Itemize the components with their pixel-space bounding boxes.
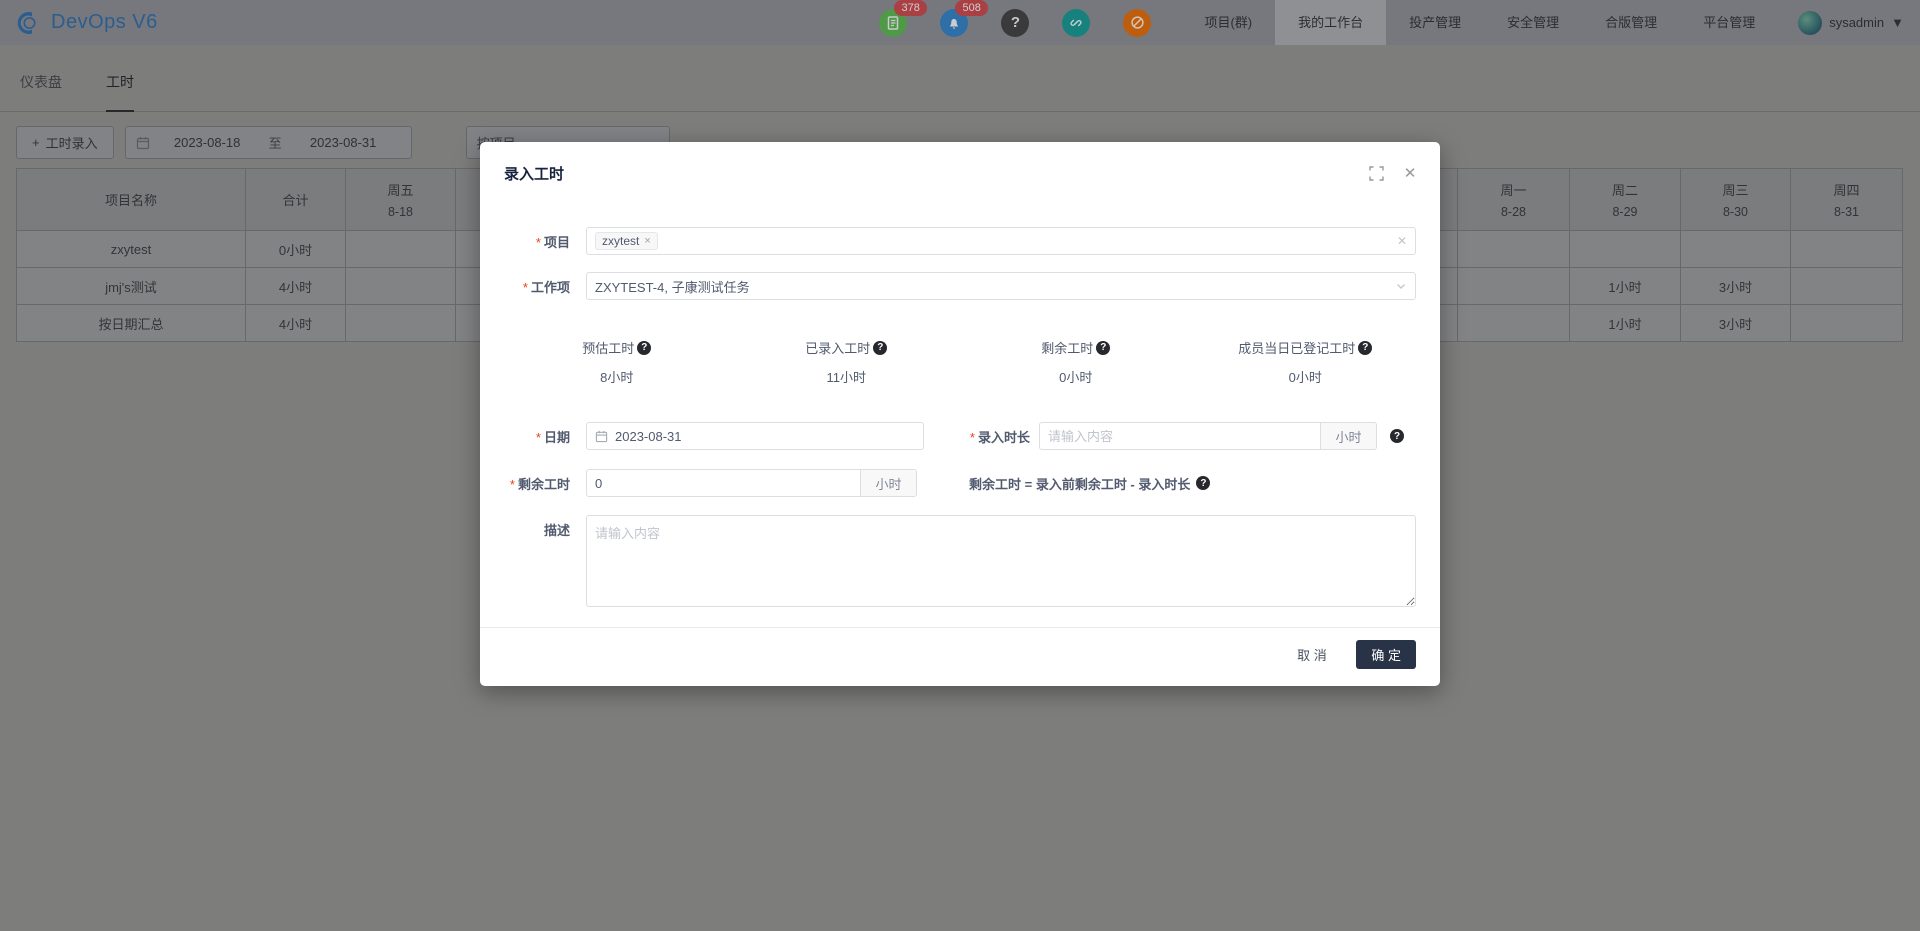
remaining-row: 剩余工时 小时 剩余工时 = 录入前剩余工时 - 录入时长 ? [500, 469, 1416, 497]
description-textarea[interactable] [586, 515, 1416, 607]
calendar-icon [595, 430, 608, 443]
date-label: 日期 [500, 427, 570, 446]
project-tag: zxytest × [595, 232, 658, 250]
chevron-down-icon [1395, 280, 1407, 292]
date-duration-row: 日期 2023-08-31 录入时长 小时 ? [500, 422, 1416, 450]
workitem-select[interactable]: ZXYTEST-4, 子康测试任务 [586, 272, 1416, 300]
stat-remaining-value: 0小时 [961, 367, 1191, 386]
worklog-stats: 预估工时? 8小时 已录入工时? 11小时 剩余工时? 0小时 成员当日已登记工… [502, 338, 1420, 386]
project-field-row: 项目 zxytest × ✕ [500, 227, 1416, 255]
workitem-value: ZXYTEST-4, 子康测试任务 [595, 277, 750, 296]
duration-input-group: 小时 [1039, 422, 1377, 450]
stat-estimated: 预估工时? 8小时 [502, 338, 732, 386]
duration-label: 录入时长 [950, 427, 1030, 446]
modal-title: 录入工时 [504, 163, 1366, 184]
help-icon[interactable]: ? [1096, 341, 1110, 355]
help-icon[interactable]: ? [873, 341, 887, 355]
stat-recorded: 已录入工时? 11小时 [732, 338, 962, 386]
record-worklog-modal: 录入工时 ✕ 项目 zxytest × ✕ 工作项 ZXYTEST-4, 子康测… [480, 142, 1440, 686]
help-icon[interactable]: ? [1358, 341, 1372, 355]
help-icon[interactable]: ? [1390, 429, 1404, 443]
clear-icon[interactable]: ✕ [1397, 234, 1407, 248]
confirm-button[interactable]: 确 定 [1356, 640, 1416, 669]
project-label: 项目 [500, 232, 570, 251]
project-select[interactable]: zxytest × ✕ [586, 227, 1416, 255]
remaining-input[interactable] [595, 476, 852, 491]
close-icon[interactable]: ✕ [1400, 163, 1420, 183]
modal-header: 录入工时 ✕ [480, 142, 1440, 190]
help-icon[interactable]: ? [637, 341, 651, 355]
date-picker-input[interactable]: 2023-08-31 [586, 422, 924, 450]
remaining-formula: 剩余工时 = 录入前剩余工时 - 录入时长 ? [969, 474, 1210, 493]
date-value: 2023-08-31 [615, 429, 682, 444]
fullscreen-icon[interactable] [1366, 163, 1386, 183]
remaining-input-group: 小时 [586, 469, 917, 497]
description-label: 描述 [500, 520, 570, 539]
description-row: 描述 [500, 515, 1416, 607]
stat-remaining: 剩余工时? 0小时 [961, 338, 1191, 386]
duration-input[interactable] [1048, 429, 1312, 444]
remaining-label: 剩余工时 [500, 474, 570, 493]
tag-remove-icon[interactable]: × [644, 235, 650, 247]
stat-member-today: 成员当日已登记工时? 0小时 [1191, 338, 1421, 386]
help-icon[interactable]: ? [1196, 476, 1210, 490]
modal-footer: 取 消 确 定 [480, 627, 1440, 669]
workitem-field-row: 工作项 ZXYTEST-4, 子康测试任务 [500, 272, 1416, 300]
stat-member-today-value: 0小时 [1191, 367, 1421, 386]
duration-unit: 小时 [1320, 423, 1376, 449]
cancel-button[interactable]: 取 消 [1283, 640, 1341, 669]
remaining-unit: 小时 [860, 470, 916, 496]
workitem-label: 工作项 [500, 277, 570, 296]
stat-recorded-value: 11小时 [732, 367, 962, 386]
stat-estimated-value: 8小时 [502, 367, 732, 386]
